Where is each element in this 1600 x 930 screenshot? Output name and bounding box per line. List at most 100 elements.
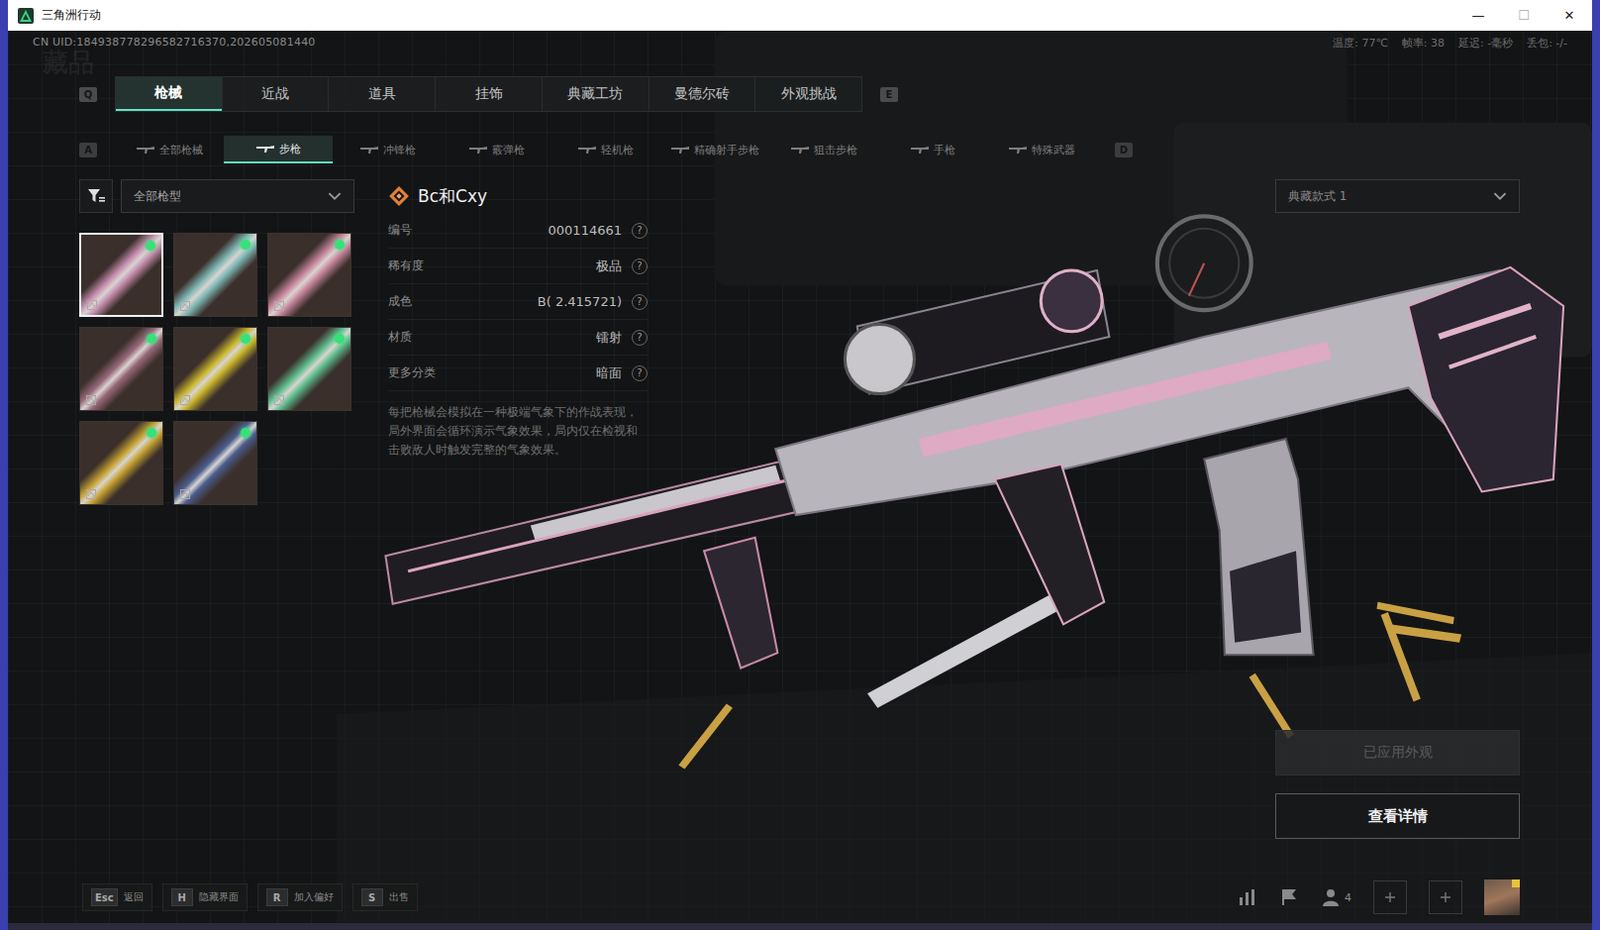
skin-description: 每把枪械会模拟在一种极端气象下的作战表现，局外界面会循环演示气象效果，局内仅在检… <box>388 402 648 460</box>
skin-type-icon <box>86 395 97 405</box>
title-bar: 三角洲行动 —☐✕ <box>7 0 1593 31</box>
desktop: 三角洲行动 —☐✕ 藏品CN UID:184938778296582716370,2… <box>0 0 1600 930</box>
sub-tab[interactable]: 霰弹枪 <box>442 135 552 164</box>
skin-type-icon <box>87 300 98 310</box>
flag-icon[interactable] <box>1279 887 1300 907</box>
window-title: 三角洲行动 <box>41 6 101 24</box>
hint-key: Esc <box>91 888 118 906</box>
skin-type-icon <box>180 395 191 405</box>
hint-label: 出售 <box>389 890 409 904</box>
sub-tab-label: 狙击步枪 <box>813 142 858 158</box>
dropdown-value: 全部枪型 <box>133 188 182 205</box>
gun-icon <box>791 145 809 154</box>
sub-tab[interactable]: 冲锋枪 <box>332 135 442 164</box>
hint-key: R <box>266 888 289 906</box>
game-window: 三角洲行动 —☐✕ 藏品CN UID:184938778296582716370,2… <box>7 0 1593 923</box>
skin-thumbnail[interactable] <box>79 232 164 317</box>
chevron-down-icon <box>327 192 342 201</box>
detail-value: B( 2.415721) <box>411 294 622 309</box>
gun-icon <box>910 145 929 154</box>
equipped-dot <box>240 427 251 438</box>
stat-item: 延迟: -毫秒 <box>1458 35 1513 51</box>
detail-value: 镭射 <box>411 328 622 347</box>
equipped-dot <box>145 240 156 251</box>
window-control[interactable]: — <box>1455 0 1501 31</box>
key-hints: Esc 返回 H隐藏界面 R加入偏好 S 出售 <box>82 883 418 911</box>
skin-name: Bc和Cxy <box>417 185 488 208</box>
gun-icon <box>469 145 488 154</box>
window-controls: —☐✕ <box>1455 0 1593 31</box>
skin-thumbnail[interactable] <box>79 420 164 505</box>
window-control[interactable]: ☐ <box>1500 0 1547 31</box>
skin-name-row: Bc和Cxy <box>388 179 648 213</box>
window-control[interactable]: ✕ <box>1546 0 1593 31</box>
style-dropdown[interactable]: 典藏款式 1 <box>1275 179 1520 213</box>
sub-tab-label: 精确射手步枪 <box>694 142 760 158</box>
key-hint[interactable]: S 出售 <box>352 883 418 911</box>
bar-chart-icon[interactable] <box>1237 887 1258 907</box>
main-tab[interactable]: 外观挑战 <box>754 77 862 111</box>
next-tab-key[interactable]: E <box>880 87 899 102</box>
skin-type-icon <box>180 300 191 311</box>
sub-tab[interactable]: 轻机枪 <box>551 135 661 164</box>
main-tab[interactable]: 挂饰 <box>434 77 542 111</box>
friends-button[interactable]: 4 <box>1320 887 1352 907</box>
skin-thumbnail[interactable] <box>173 326 258 411</box>
skin-thumbnail[interactable] <box>79 326 164 411</box>
prev-subtab-key[interactable]: A <box>79 142 98 158</box>
friends-count: 4 <box>1344 891 1352 904</box>
prev-tab-key[interactable]: Q <box>79 87 98 102</box>
style-value: 典藏款式 1 <box>1288 188 1347 205</box>
help-icon[interactable]: ? <box>631 294 648 310</box>
action-button[interactable]: 查看详情 <box>1275 793 1520 839</box>
detail-label: 成色 <box>388 293 412 310</box>
next-subtab-key[interactable]: D <box>1114 142 1133 158</box>
sub-tab[interactable]: 全部枪械 <box>114 135 224 164</box>
sub-tab[interactable]: 精确射手步枪 <box>660 135 770 164</box>
equipped-dot <box>146 333 157 344</box>
filter-button[interactable] <box>79 179 113 213</box>
help-icon[interactable]: ? <box>631 258 648 275</box>
skin-thumbnail[interactable] <box>173 420 258 505</box>
detail-row: 更多分类暗面? <box>388 355 648 392</box>
stat-item: 帧率: 38 <box>1401 35 1445 51</box>
main-area: 全部枪型Bc和Cxy编号000114661?稀有度极品?成色B( 2.41572… <box>7 163 1593 878</box>
add-slot-button[interactable] <box>1428 880 1463 914</box>
hint-label: 返回 <box>123 890 144 904</box>
action-buttons: 已应用外观查看详情 <box>1275 729 1520 839</box>
help-icon[interactable]: ? <box>631 329 648 346</box>
sub-tab[interactable]: 特殊武器 <box>988 135 1098 164</box>
stats: 温度: 77℃帧率: 38延迟: -毫秒丢包: -/- <box>1332 35 1568 51</box>
stat-item: 温度: 77℃ <box>1332 35 1389 51</box>
skin-list-panel: 全部枪型 <box>79 179 355 839</box>
gun-icon <box>256 144 275 153</box>
skin-thumbnail[interactable] <box>173 232 258 317</box>
main-tab[interactable]: 曼德尔砖 <box>648 77 756 111</box>
player-avatar[interactable] <box>1484 879 1520 915</box>
key-hint[interactable]: Esc 返回 <box>82 883 153 911</box>
main-tab[interactable]: 道具 <box>327 77 435 111</box>
page-watermark: 藏品 <box>42 49 95 76</box>
header: CN UID:184938778296582716370,20260508144… <box>7 30 1593 65</box>
uid-text: CN UID:184938778296582716370,20260508144… <box>32 35 316 49</box>
help-icon[interactable]: ? <box>631 222 648 239</box>
skin-thumbnail[interactable] <box>267 232 352 317</box>
skin-detail-panel: Bc和Cxy编号000114661?稀有度极品?成色B( 2.415721)?材… <box>388 179 648 839</box>
key-hint[interactable]: H隐藏界面 <box>162 883 248 911</box>
help-icon[interactable]: ? <box>631 365 648 382</box>
main-tab[interactable]: 典藏工坊 <box>541 77 649 111</box>
sub-tab-label: 轻机枪 <box>600 142 634 158</box>
skin-thumbnail[interactable] <box>267 326 352 411</box>
weapon-type-dropdown[interactable]: 全部枪型 <box>120 179 355 213</box>
sub-tab[interactable]: 步枪 <box>223 135 333 164</box>
main-tab[interactable]: 近战 <box>221 77 329 111</box>
hint-key: S <box>361 888 384 906</box>
add-slot-button[interactable] <box>1373 880 1407 914</box>
sub-tab-label: 全部枪械 <box>159 142 203 158</box>
sub-tab[interactable]: 手枪 <box>879 135 989 164</box>
bottom-bar: Esc 返回 H隐藏界面 R加入偏好 S 出售 4 <box>7 877 1593 917</box>
key-hint[interactable]: R加入偏好 <box>257 883 343 911</box>
sub-tab[interactable]: 狙击步枪 <box>769 135 879 164</box>
plus-icon <box>1384 891 1397 903</box>
main-tab[interactable]: 枪械 <box>115 77 222 111</box>
